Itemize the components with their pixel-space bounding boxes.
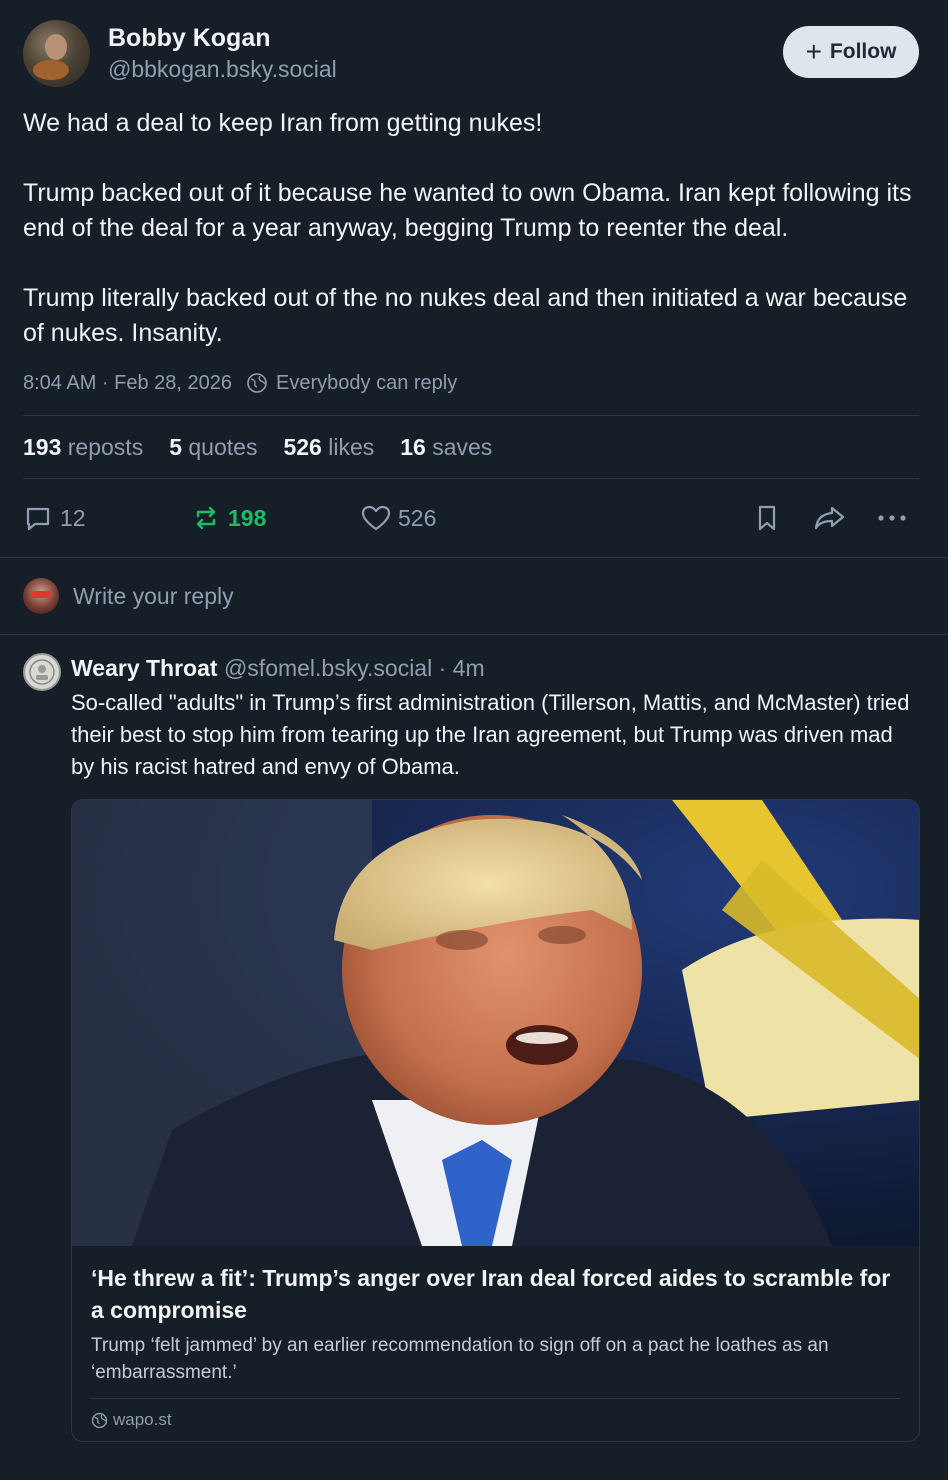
repost-icon — [191, 503, 221, 533]
share-button[interactable] — [813, 503, 847, 533]
card-domain: wapo.st — [113, 1410, 172, 1429]
globe-icon — [246, 372, 268, 394]
action-bar: 12 198 526 — [23, 479, 919, 557]
heart-icon — [360, 503, 392, 533]
post-text: We had a deal to keep Iran from getting … — [23, 106, 919, 351]
like-count: 526 — [398, 504, 437, 531]
card-description: Trump ‘felt jammed’ by an earlier recomm… — [91, 1335, 829, 1383]
current-user-avatar — [23, 578, 59, 614]
author-display-name[interactable]: Bobby Kogan — [108, 22, 337, 54]
post-timestamp[interactable]: 8:04 AM · Feb 28, 2026 — [23, 372, 232, 395]
follow-label: Follow — [829, 40, 897, 63]
reply-text: So-called "adults" in Trump’s first admi… — [71, 690, 910, 779]
share-arrow-icon — [813, 503, 847, 533]
post-meta: 8:04 AM · Feb 28, 2026 Everybody can rep… — [23, 369, 919, 397]
reply-author-name[interactable]: Weary Throat — [71, 655, 218, 681]
bookmark-button[interactable] — [752, 503, 782, 533]
quotes-stat[interactable]: 5 quotes — [169, 434, 257, 461]
reply-body: Weary Throat @sfomel.bsky.social · 4m So… — [71, 653, 920, 1442]
more-options-button[interactable] — [875, 503, 909, 533]
card-image — [72, 800, 919, 1246]
ellipsis-icon — [875, 503, 909, 533]
reposts-stat[interactable]: 193 reposts — [23, 434, 143, 461]
card-title: ‘He threw a fit’: Trump’s anger over Ira… — [91, 1265, 891, 1323]
post-paragraph: Trump literally backed out of the no nuk… — [23, 284, 908, 347]
repost-button[interactable]: 198 — [191, 503, 266, 533]
author-avatar[interactable] — [23, 19, 90, 87]
saves-stat[interactable]: 16 saves — [400, 434, 492, 461]
globe-icon — [91, 1412, 108, 1429]
reply-author-handle[interactable]: @sfomel.bsky.social — [224, 655, 432, 681]
author-names: Bobby Kogan @bbkogan.bsky.social — [108, 22, 337, 84]
post-paragraph: We had a deal to keep Iran from getting … — [23, 109, 543, 137]
follow-button[interactable]: + Follow — [783, 26, 919, 78]
like-button[interactable]: 526 — [360, 503, 436, 533]
reply-button[interactable]: 12 — [23, 503, 86, 533]
reply-count: 12 — [60, 504, 86, 531]
reply-composer[interactable]: Write your reply — [0, 558, 948, 634]
post-paragraph: Trump backed out of it because he wanted… — [23, 179, 912, 242]
repost-count: 198 — [228, 504, 267, 531]
reply-time[interactable]: · 4m — [439, 655, 485, 681]
main-post: Bobby Kogan @bbkogan.bsky.social + Follo… — [0, 0, 948, 557]
reply-placeholder: Write your reply — [73, 582, 234, 609]
plus-icon: + — [805, 36, 822, 67]
reply-post[interactable]: Weary Throat @sfomel.bsky.social · 4m So… — [0, 635, 948, 1442]
card-text: ‘He threw a fit’: Trump’s anger over Ira… — [72, 1246, 919, 1441]
reply-author-avatar[interactable] — [23, 653, 61, 691]
link-card[interactable]: ‘He threw a fit’: Trump’s anger over Ira… — [71, 799, 920, 1442]
reply-header: Weary Throat @sfomel.bsky.social · 4m — [71, 653, 920, 683]
bookmark-icon — [752, 503, 782, 533]
reply-bubble-icon — [23, 503, 53, 533]
reply-setting[interactable]: Everybody can reply — [276, 372, 457, 395]
likes-stat[interactable]: 526 likes — [283, 434, 374, 461]
post-stats: 193 reposts 5 quotes 526 likes 16 saves — [23, 416, 919, 478]
author-handle[interactable]: @bbkogan.bsky.social — [108, 54, 337, 84]
card-domain-row: wapo.st — [91, 1399, 900, 1441]
